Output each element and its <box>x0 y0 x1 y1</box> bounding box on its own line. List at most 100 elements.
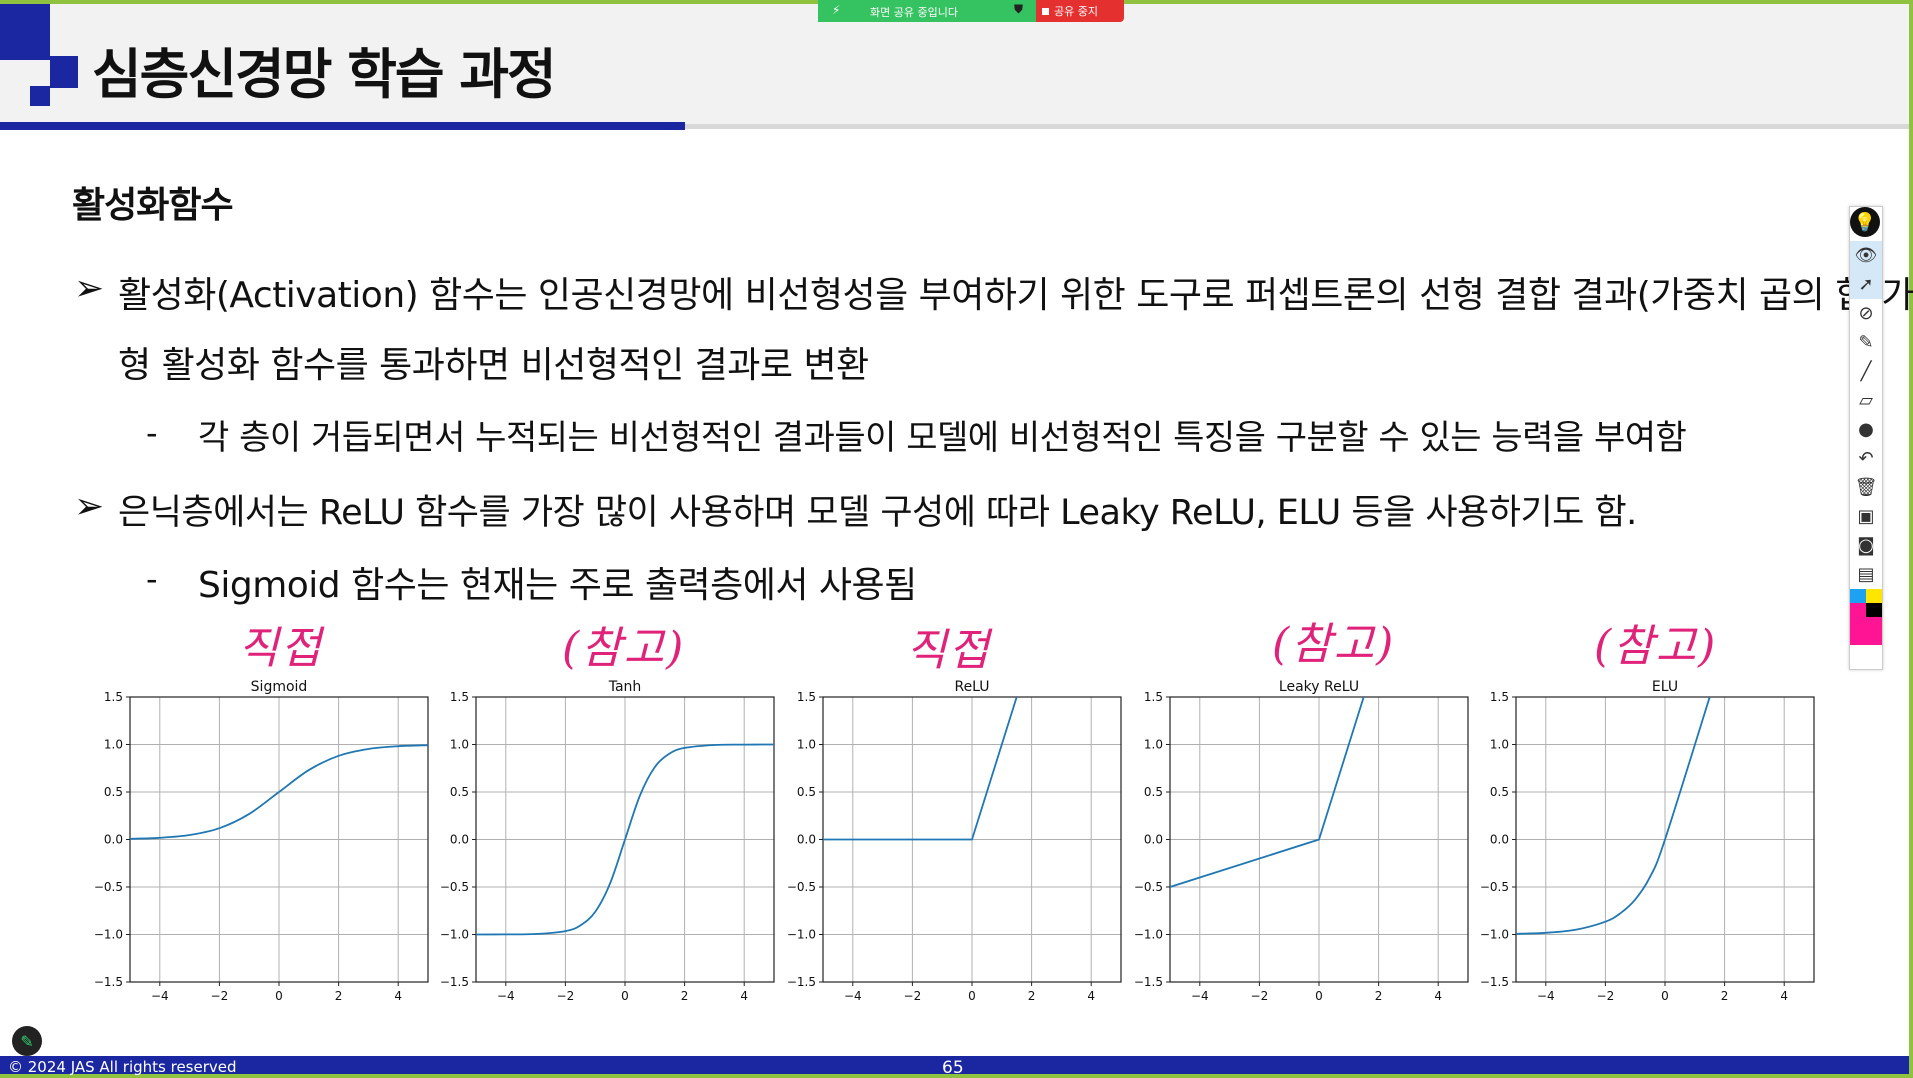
y-tick-label: 1.0 <box>1144 738 1163 752</box>
series-line <box>1516 697 1711 935</box>
bullet-arrow-2: ➢ <box>74 486 105 527</box>
x-tick-label: 4 <box>1780 989 1788 1003</box>
series-line <box>823 697 1018 841</box>
screen-share-banner: ⚡ 화면 공유 중입니다 ⛊ 공유 중지 <box>818 0 1124 22</box>
y-tick-label: −1.5 <box>787 975 816 989</box>
footer-copyright: © 2024 JAS All rights reserved <box>8 1058 237 1076</box>
header-accent-bar <box>0 122 685 130</box>
y-tick-label: 0.5 <box>1144 785 1163 799</box>
trash-icon[interactable]: 🗑 <box>1850 473 1882 502</box>
x-tick-label: 2 <box>681 989 689 1003</box>
y-tick-label: −1.5 <box>1480 975 1509 989</box>
bullet-2-sub: Sigmoid 함수는 현재는 주로 출력층에서 사용됨 <box>198 565 917 606</box>
y-tick-label: −1.0 <box>787 928 816 942</box>
y-tick-label: −0.5 <box>440 880 469 894</box>
x-tick-label: −2 <box>1597 989 1615 1003</box>
x-tick-label: 0 <box>1315 989 1323 1003</box>
x-tick-label: 2 <box>1721 989 1729 1003</box>
stop-share-label: 공유 중지 <box>1054 5 1098 18</box>
handwritten-note-elu: (참고) <box>1594 621 1718 672</box>
color-swatch[interactable] <box>1850 589 1882 645</box>
y-tick-label: −0.5 <box>1480 880 1509 894</box>
dot-icon[interactable]: ● <box>1850 415 1882 444</box>
sub-bullet-dash-1: - <box>146 414 158 452</box>
chart-title: ReLU <box>954 679 989 695</box>
x-tick-label: −2 <box>904 989 922 1003</box>
x-tick-label: −2 <box>1251 989 1269 1003</box>
pen-icon[interactable]: ╱ <box>1850 357 1882 386</box>
eraser-icon[interactable]: ▱ <box>1850 386 1882 415</box>
x-tick-label: −4 <box>1191 989 1209 1003</box>
y-tick-label: 0.0 <box>797 833 816 847</box>
bullet-1-line-2: 형 활성화 함수를 통과하면 비선형적인 결과로 변환 <box>118 345 869 386</box>
x-tick-label: −4 <box>1537 989 1555 1003</box>
x-tick-label: 2 <box>1028 989 1036 1003</box>
eye-icon[interactable]: 👁 <box>1850 241 1882 270</box>
x-tick-label: −2 <box>557 989 575 1003</box>
bullet-arrow-1: ➢ <box>74 268 105 309</box>
sharing-text: 화면 공유 중입니다 <box>870 6 958 19</box>
y-tick-label: 0.0 <box>104 833 123 847</box>
highlighter-icon[interactable]: ✎ <box>1850 328 1882 357</box>
y-tick-label: −1.0 <box>1480 928 1509 942</box>
chart-title: Tanh <box>608 679 642 695</box>
x-tick-label: −4 <box>497 989 515 1003</box>
y-tick-label: 0.0 <box>450 833 469 847</box>
y-tick-label: −0.5 <box>94 880 123 894</box>
x-tick-label: −4 <box>151 989 169 1003</box>
y-tick-label: 0.5 <box>1490 785 1509 799</box>
slide-header: 심층신경망 학습 과정 <box>0 4 1909 124</box>
y-tick-label: −1.5 <box>94 975 123 989</box>
y-tick-label: 1.0 <box>797 738 816 752</box>
y-tick-label: −0.5 <box>1134 880 1163 894</box>
camera-icon[interactable]: ◙ <box>1850 531 1882 560</box>
x-tick-label: 4 <box>1087 989 1095 1003</box>
bullet-1-line-1: 활성화(Activation) 함수는 인공신경망에 비선형성을 부여하기 위한… <box>118 275 1913 316</box>
lamp-icon[interactable]: 💡 <box>1850 207 1880 237</box>
y-tick-label: 1.5 <box>104 690 123 704</box>
pen-toggle-button[interactable]: ✎ <box>12 1026 42 1056</box>
x-tick-label: 4 <box>1434 989 1442 1003</box>
y-tick-label: 0.5 <box>797 785 816 799</box>
y-tick-label: −1.0 <box>94 928 123 942</box>
logo-square-small <box>30 86 50 106</box>
y-tick-label: 1.0 <box>1490 738 1509 752</box>
laser-icon[interactable]: ⊘ <box>1850 299 1882 328</box>
stop-share-button[interactable]: 공유 중지 <box>1036 0 1124 22</box>
section-heading: 활성화함수 <box>72 185 234 226</box>
y-tick-label: −1.0 <box>440 928 469 942</box>
x-tick-label: 2 <box>1375 989 1383 1003</box>
sharing-indicator: ⚡ 화면 공유 중입니다 ⛊ <box>818 0 1036 22</box>
y-tick-label: 1.5 <box>1144 690 1163 704</box>
bolt-icon: ⚡ <box>832 3 841 17</box>
y-tick-label: −1.5 <box>440 975 469 989</box>
slide-title: 심층신경망 학습 과정 <box>92 43 557 106</box>
y-tick-label: 1.5 <box>450 690 469 704</box>
y-tick-label: 1.0 <box>104 738 123 752</box>
logo-square-large <box>0 4 50 60</box>
y-tick-label: 1.0 <box>450 738 469 752</box>
page-number: 65 <box>942 1058 964 1078</box>
x-tick-label: −2 <box>211 989 229 1003</box>
x-tick-label: 0 <box>621 989 629 1003</box>
handwritten-note-relu: 직접 <box>906 625 991 676</box>
y-tick-label: −1.0 <box>1134 928 1163 942</box>
window-frame-right <box>1909 0 1913 1078</box>
x-tick-label: 0 <box>1661 989 1669 1003</box>
screen-icon[interactable]: ▣ <box>1850 502 1882 531</box>
handwritten-note-sigmoid: 직접 <box>238 623 323 674</box>
x-tick-label: 4 <box>740 989 748 1003</box>
undo-icon[interactable]: ↶ <box>1850 444 1882 473</box>
pointer-icon[interactable]: ➚ <box>1850 270 1882 299</box>
chart-title: ELU <box>1652 679 1678 695</box>
logo-square-medium <box>50 56 78 88</box>
y-tick-label: 0.0 <box>1490 833 1509 847</box>
y-tick-label: 0.0 <box>1144 833 1163 847</box>
y-tick-label: 0.5 <box>450 785 469 799</box>
clipboard-icon[interactable]: ▤ <box>1850 560 1882 589</box>
x-tick-label: 0 <box>968 989 976 1003</box>
y-tick-label: −1.5 <box>1134 975 1163 989</box>
x-tick-label: 0 <box>275 989 283 1003</box>
handwritten-note-tanh: (참고) <box>562 623 686 674</box>
x-tick-label: −4 <box>844 989 862 1003</box>
